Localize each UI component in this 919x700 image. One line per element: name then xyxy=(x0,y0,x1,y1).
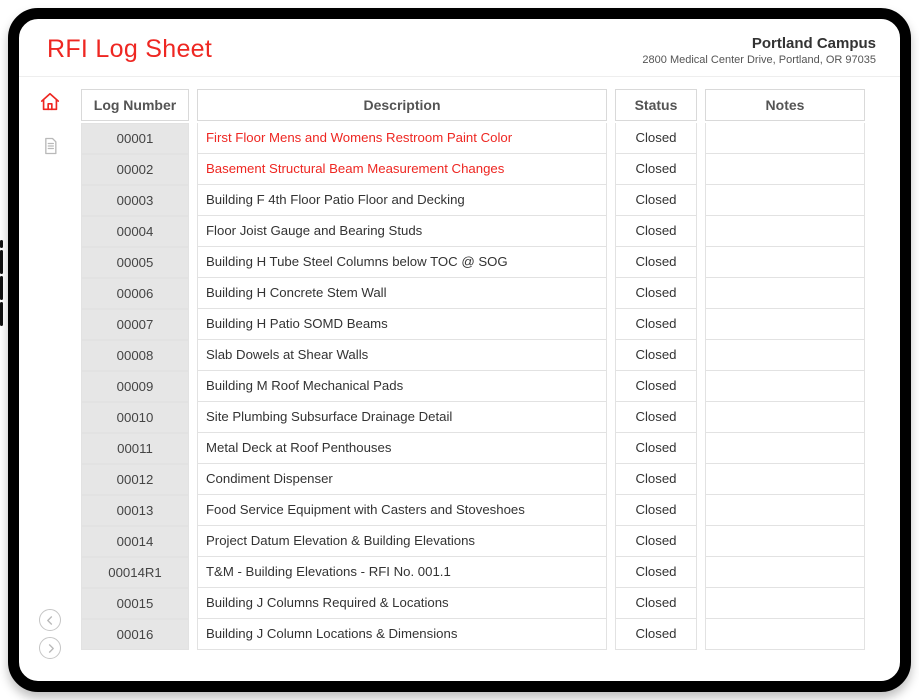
sidebar xyxy=(19,77,81,669)
cell-description[interactable]: Basement Structural Beam Measurement Cha… xyxy=(197,154,607,185)
nav-bottom xyxy=(19,609,81,659)
col-notes: Notes xyxy=(705,89,865,121)
cell-status: Closed xyxy=(615,495,697,526)
cell-status: Closed xyxy=(615,185,697,216)
cell-status: Closed xyxy=(615,309,697,340)
campus-name: Portland Campus xyxy=(642,35,876,52)
cell-log-number: 00015 xyxy=(81,588,189,619)
header-right: Portland Campus 2800 Medical Center Driv… xyxy=(642,35,876,66)
cell-notes xyxy=(705,557,865,588)
cell-notes xyxy=(705,247,865,278)
cell-notes xyxy=(705,588,865,619)
rfi-log-table: Log Number Description Status Notes 0000… xyxy=(81,89,882,650)
cell-status: Closed xyxy=(615,557,697,588)
cell-status: Closed xyxy=(615,433,697,464)
cell-status: Closed xyxy=(615,619,697,650)
cell-description: Project Datum Elevation & Building Eleva… xyxy=(197,526,607,557)
col-description: Description xyxy=(197,89,607,121)
cell-description[interactable]: First Floor Mens and Womens Restroom Pai… xyxy=(197,123,607,154)
tablet-hardware-buttons xyxy=(0,240,3,326)
cell-status: Closed xyxy=(615,154,697,185)
cell-description: Building M Roof Mechanical Pads xyxy=(197,371,607,402)
cell-log-number: 00016 xyxy=(81,619,189,650)
next-button[interactable] xyxy=(39,637,61,659)
document-icon[interactable] xyxy=(40,136,60,161)
cell-status: Closed xyxy=(615,526,697,557)
cell-notes xyxy=(705,433,865,464)
tablet-frame: RFI Log Sheet Portland Campus 2800 Medic… xyxy=(8,8,911,692)
cell-description: Site Plumbing Subsurface Drainage Detail xyxy=(197,402,607,433)
cell-notes xyxy=(705,123,865,154)
cell-status: Closed xyxy=(615,371,697,402)
cell-notes xyxy=(705,495,865,526)
cell-description: Food Service Equipment with Casters and … xyxy=(197,495,607,526)
cell-notes xyxy=(705,185,865,216)
cell-log-number: 00007 xyxy=(81,309,189,340)
cell-description: Condiment Dispenser xyxy=(197,464,607,495)
cell-notes xyxy=(705,526,865,557)
cell-log-number: 00004 xyxy=(81,216,189,247)
cell-log-number: 00014R1 xyxy=(81,557,189,588)
cell-notes xyxy=(705,464,865,495)
cell-log-number: 00012 xyxy=(81,464,189,495)
cell-notes xyxy=(705,340,865,371)
cell-status: Closed xyxy=(615,588,697,619)
col-status: Status xyxy=(615,89,697,121)
cell-description: Building J Columns Required & Locations xyxy=(197,588,607,619)
cell-notes xyxy=(705,216,865,247)
page-title: RFI Log Sheet xyxy=(47,35,212,64)
cell-description: Building H Concrete Stem Wall xyxy=(197,278,607,309)
cell-log-number: 00011 xyxy=(81,433,189,464)
home-icon[interactable] xyxy=(39,91,61,118)
cell-status: Closed xyxy=(615,123,697,154)
cell-log-number: 00001 xyxy=(81,123,189,154)
cell-status: Closed xyxy=(615,340,697,371)
cell-description: Floor Joist Gauge and Bearing Studs xyxy=(197,216,607,247)
cell-status: Closed xyxy=(615,247,697,278)
cell-description: Slab Dowels at Shear Walls xyxy=(197,340,607,371)
cell-log-number: 00013 xyxy=(81,495,189,526)
content-area: Log Number Description Status Notes 0000… xyxy=(81,77,900,669)
cell-description: T&M - Building Elevations - RFI No. 001.… xyxy=(197,557,607,588)
cell-description: Building J Column Locations & Dimensions xyxy=(197,619,607,650)
cell-log-number: 00003 xyxy=(81,185,189,216)
cell-notes xyxy=(705,619,865,650)
cell-log-number: 00006 xyxy=(81,278,189,309)
cell-description: Building H Tube Steel Columns below TOC … xyxy=(197,247,607,278)
campus-address: 2800 Medical Center Drive, Portland, OR … xyxy=(642,54,876,66)
col-log-number: Log Number xyxy=(81,89,189,121)
cell-notes xyxy=(705,154,865,185)
cell-description: Metal Deck at Roof Penthouses xyxy=(197,433,607,464)
cell-notes xyxy=(705,371,865,402)
prev-button[interactable] xyxy=(39,609,61,631)
cell-log-number: 00009 xyxy=(81,371,189,402)
cell-log-number: 00002 xyxy=(81,154,189,185)
cell-status: Closed xyxy=(615,402,697,433)
header: RFI Log Sheet Portland Campus 2800 Medic… xyxy=(19,19,900,77)
cell-status: Closed xyxy=(615,216,697,247)
cell-description: Building F 4th Floor Patio Floor and Dec… xyxy=(197,185,607,216)
cell-notes xyxy=(705,402,865,433)
cell-log-number: 00014 xyxy=(81,526,189,557)
cell-status: Closed xyxy=(615,278,697,309)
cell-notes xyxy=(705,278,865,309)
cell-status: Closed xyxy=(615,464,697,495)
cell-log-number: 00010 xyxy=(81,402,189,433)
cell-log-number: 00008 xyxy=(81,340,189,371)
cell-description: Building H Patio SOMD Beams xyxy=(197,309,607,340)
cell-log-number: 00005 xyxy=(81,247,189,278)
cell-notes xyxy=(705,309,865,340)
